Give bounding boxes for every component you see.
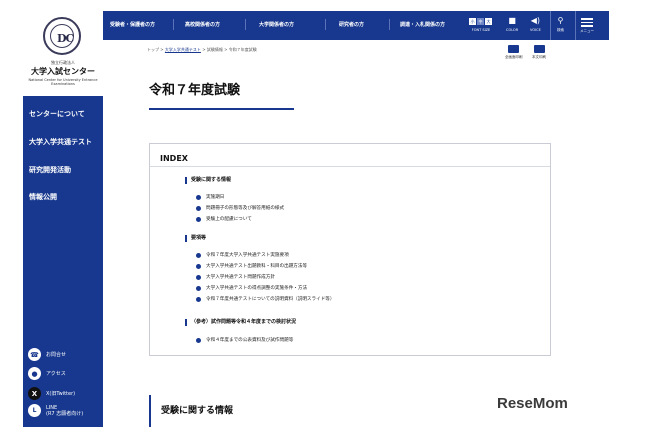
- contact-link[interactable]: ☎ お問合せ: [28, 348, 66, 361]
- seal-icon: DC: [43, 17, 81, 55]
- bullet-icon: [196, 205, 201, 211]
- menu-label: メニュー: [580, 28, 594, 33]
- search-icon: ⚲: [557, 16, 564, 25]
- topnav-examinees[interactable]: 受験者・保護者の方: [110, 21, 155, 28]
- breadcrumb-exam-info[interactable]: 試験情報: [207, 47, 223, 52]
- index-section-reference[interactable]: （参考）試作問題等令和４年度までの検討状況: [185, 319, 296, 326]
- color-label: COLOR: [506, 28, 519, 32]
- speaker-icon: ◀): [530, 16, 541, 25]
- sidebar: DC 独立行政法人 大学入試センター National Center for U…: [23, 11, 103, 427]
- search-label: 検索: [557, 28, 564, 32]
- top-navigation-bar: 受験者・保護者の方 高校関係者の方 大学関係者の方 研究者の方 調達・入札関係の…: [103, 11, 609, 40]
- topnav-university[interactable]: 大学関係者の方: [259, 21, 294, 28]
- breadcrumb-home[interactable]: トップ: [147, 47, 159, 52]
- topnav-procurement[interactable]: 調達・入札関係の方: [400, 21, 445, 28]
- index-link[interactable]: 受験上の配慮について: [196, 216, 252, 222]
- x-twitter-link[interactable]: X X(旧Twitter): [28, 387, 75, 400]
- site-logo[interactable]: DC 独立行政法人 大学入試センター National Center for U…: [23, 11, 103, 96]
- font-size-large-button[interactable]: 大: [485, 18, 492, 25]
- index-section-guidelines[interactable]: 要項等: [185, 235, 206, 242]
- printer-icon: [533, 45, 545, 53]
- line-icon: L: [28, 404, 41, 417]
- topnav-highschool[interactable]: 高校関係者の方: [185, 21, 220, 28]
- printer-icon: [508, 45, 520, 53]
- logo-name: 大学入試センター: [31, 67, 95, 76]
- logo-name-en: National Center for University Entrance …: [28, 78, 98, 86]
- hamburger-icon: [580, 18, 594, 27]
- sidebar-item-disclosure[interactable]: 情報公開: [29, 192, 57, 202]
- voice-label: VOICE: [530, 28, 541, 32]
- access-link[interactable]: ● アクセス: [28, 367, 66, 380]
- index-divider: [150, 166, 550, 167]
- index-link[interactable]: 実施期日: [196, 194, 224, 200]
- font-size-medium-button[interactable]: 中: [477, 18, 484, 25]
- color-button[interactable]: ■ COLOR: [506, 16, 518, 32]
- sidebar-item-about[interactable]: センターについて: [29, 109, 85, 119]
- voice-button[interactable]: ◀) VOICE: [530, 16, 541, 32]
- full-print-button[interactable]: 全画面印刷: [505, 45, 523, 60]
- map-pin-icon: ●: [28, 367, 41, 380]
- topnav-divider: [325, 19, 326, 30]
- toolbar-divider: [550, 11, 551, 40]
- topnav-divider: [245, 19, 246, 30]
- color-icon: ■: [508, 16, 516, 25]
- index-heading: INDEX: [160, 154, 188, 163]
- index-link[interactable]: 大学入学共通テスト出題教科・科目の出題方法等: [196, 263, 307, 269]
- index-link[interactable]: 令和４年度までの公表資料及び試作問題等: [196, 337, 293, 343]
- body-print-button[interactable]: 本文印刷: [532, 45, 546, 60]
- breadcrumb-common-test[interactable]: 大学入学共通テスト: [165, 47, 201, 52]
- index-link[interactable]: 問題冊子の形態等及び解答用紙の様式: [196, 205, 284, 211]
- section-heading-exam-info: 受験に関する情報: [149, 395, 233, 427]
- search-button[interactable]: ⚲ 検索: [557, 16, 564, 33]
- title-underline: [149, 108, 294, 110]
- bullet-icon: [196, 263, 201, 269]
- sidebar-item-research[interactable]: 研究開発活動: [29, 165, 71, 175]
- toolbar-divider: [575, 11, 576, 40]
- sidebar-item-common-test[interactable]: 大学入学共通テスト: [29, 137, 92, 147]
- topnav-divider: [173, 19, 174, 30]
- line-link[interactable]: L LINE (R7 志願者向け): [28, 404, 83, 417]
- font-size-label: FONT SIZE: [471, 28, 491, 32]
- bullet-icon: [196, 296, 201, 302]
- line-sublabel: (R7 志願者向け): [46, 410, 84, 417]
- index-link[interactable]: 令和７年度共通テストについての説明資料（説明スライド等）: [196, 296, 335, 302]
- bullet-icon: [196, 194, 201, 200]
- bullet-icon: [196, 252, 201, 258]
- index-link[interactable]: 大学入学共通テストの得点調整の実施条件・方法: [196, 285, 307, 291]
- resemom-watermark: ReseMom: [497, 395, 568, 412]
- breadcrumb-current: 令和７年度試験: [228, 47, 257, 52]
- menu-button[interactable]: メニュー: [580, 16, 594, 34]
- breadcrumb: トップ > 大学入学共通テスト > 試験情報 > 令和７年度試験: [147, 47, 257, 52]
- bullet-icon: [196, 274, 201, 280]
- bullet-icon: [196, 285, 201, 291]
- bullet-icon: [196, 216, 201, 222]
- index-panel: INDEX 受験に関する情報 実施期日 問題冊子の形態等及び解答用紙の様式 受験…: [149, 143, 551, 356]
- x-icon: X: [28, 387, 41, 400]
- index-link[interactable]: 令和７年度大学入学共通テスト実施要項: [196, 252, 289, 258]
- index-link[interactable]: 大学入学共通テスト問題作成方針: [196, 274, 275, 280]
- page-margin: [0, 0, 23, 438]
- page-title: 令和７年度試験: [149, 83, 241, 98]
- font-size-small-button[interactable]: 小: [469, 18, 476, 25]
- phone-icon: ☎: [28, 348, 41, 361]
- topnav-divider: [389, 19, 390, 30]
- topnav-researchers[interactable]: 研究者の方: [339, 21, 364, 28]
- index-section-exam-info[interactable]: 受験に関する情報: [185, 177, 231, 184]
- bullet-icon: [196, 337, 201, 343]
- font-size-control: 小中大 FONT SIZE: [469, 16, 493, 32]
